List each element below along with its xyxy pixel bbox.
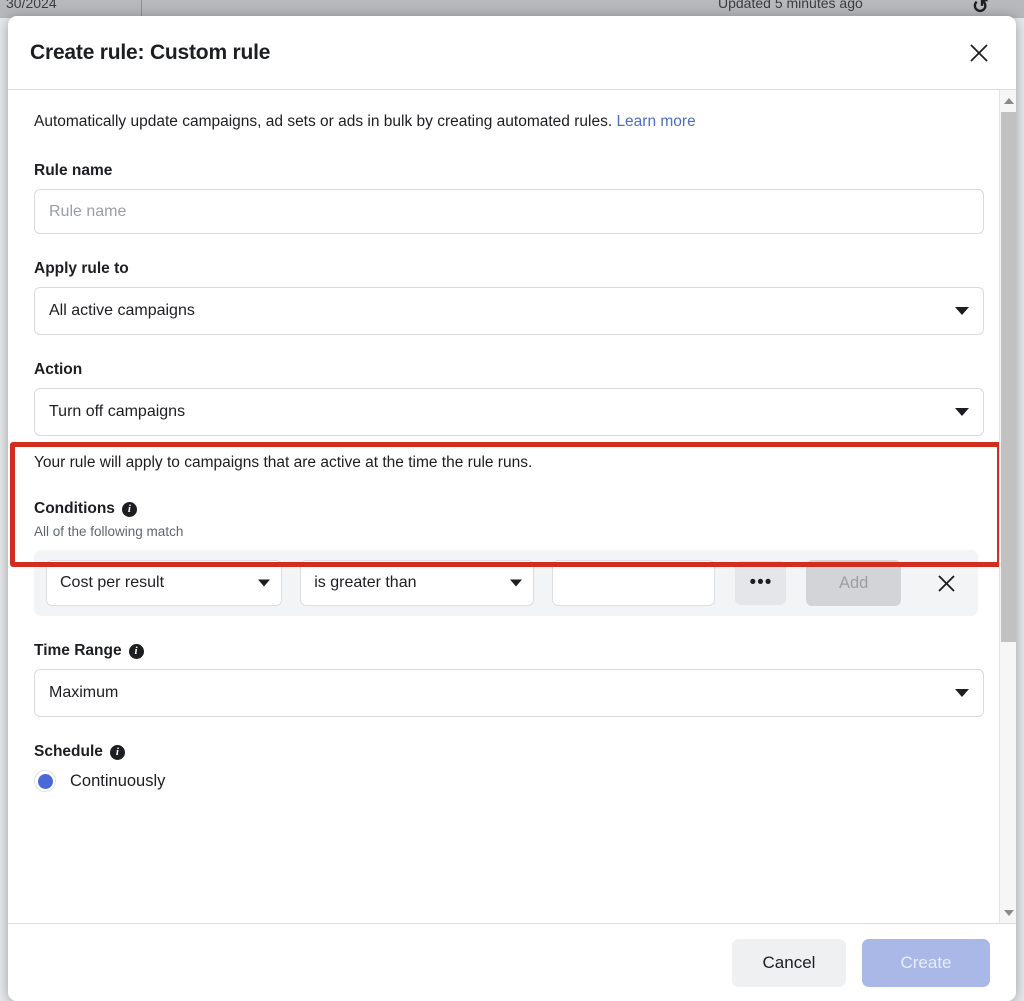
dialog-scrollbar[interactable] (999, 90, 1016, 923)
chevron-down-icon (955, 307, 969, 315)
schedule-section: Schedule i Continuously (34, 743, 990, 792)
time-range-select[interactable]: Maximum (34, 669, 984, 717)
condition-metric-select[interactable]: Cost per result (46, 560, 282, 606)
conditions-subtitle: All of the following match (34, 524, 990, 539)
intro-text: Automatically update campaigns, ad sets … (34, 112, 990, 132)
action-value: Turn off campaigns (49, 403, 185, 421)
condition-value-input[interactable] (552, 560, 715, 606)
apply-rule-to-label: Apply rule to (34, 260, 990, 278)
intro-description: Automatically update campaigns, ad sets … (34, 113, 612, 130)
background-updated-text: Updated 5 minutes ago (718, 0, 863, 11)
time-range-value: Maximum (49, 684, 118, 702)
chevron-down-icon (258, 580, 270, 587)
schedule-option-continuously[interactable]: Continuously (34, 770, 990, 792)
scroll-up-arrow-icon[interactable] (1000, 92, 1016, 109)
scrollbar-thumb[interactable] (1001, 112, 1016, 642)
schedule-label: Schedule i (34, 743, 990, 761)
dialog-body: Automatically update campaigns, ad sets … (8, 90, 1016, 923)
close-icon[interactable] (960, 34, 998, 72)
schedule-label-text: Schedule (34, 743, 103, 761)
condition-more-options-button[interactable]: ••• (735, 561, 786, 605)
conditions-section: Conditions i All of the following match … (34, 500, 990, 616)
rule-name-label: Rule name (34, 162, 990, 180)
condition-metric-value: Cost per result (60, 574, 164, 592)
dialog-header: Create rule: Custom rule (8, 16, 1016, 90)
time-range-section: Time Range i Maximum (34, 642, 990, 717)
chevron-down-icon (510, 580, 522, 587)
dialog-title: Create rule: Custom rule (30, 41, 270, 65)
apply-rule-to-section: Apply rule to All active campaigns (34, 260, 990, 335)
action-note: Your rule will apply to campaigns that a… (34, 454, 990, 472)
rule-name-section: Rule name (34, 162, 990, 234)
conditions-label: Conditions i (34, 500, 990, 518)
info-icon[interactable]: i (122, 502, 137, 517)
radio-selected-dot (38, 774, 53, 789)
info-icon[interactable]: i (129, 644, 144, 659)
schedule-option-label: Continuously (70, 772, 165, 791)
info-icon[interactable]: i (110, 745, 125, 760)
apply-rule-to-value: All active campaigns (49, 302, 195, 320)
learn-more-link[interactable]: Learn more (616, 113, 695, 130)
page-root: 30/2024 Updated 5 minutes ago ↺ Create r… (0, 0, 1024, 1001)
radio-button-continuously[interactable] (34, 770, 56, 792)
chevron-down-icon (955, 408, 969, 416)
action-section: Action Turn off campaigns (34, 361, 990, 436)
action-select[interactable]: Turn off campaigns (34, 388, 984, 436)
apply-rule-to-select[interactable]: All active campaigns (34, 287, 984, 335)
rule-name-input[interactable] (34, 189, 984, 234)
scroll-down-arrow-icon[interactable] (1000, 904, 1016, 921)
create-button[interactable]: Create (862, 939, 990, 987)
condition-row: Cost per result is greater than ••• Add (34, 550, 978, 616)
remove-condition-button[interactable] (927, 563, 966, 603)
condition-operator-select[interactable]: is greater than (300, 560, 534, 606)
create-rule-dialog: Create rule: Custom rule Automatically u… (8, 16, 1016, 1001)
condition-operator-value: is greater than (314, 574, 416, 592)
add-condition-button[interactable]: Add (806, 560, 900, 606)
time-range-label-text: Time Range (34, 642, 122, 660)
time-range-label: Time Range i (34, 642, 990, 660)
action-label: Action (34, 361, 990, 379)
background-left-text: 30/2024 (6, 0, 57, 11)
chevron-down-icon (955, 689, 969, 697)
dialog-footer: Cancel Create (8, 923, 1016, 1001)
dialog-body-wrapper: Automatically update campaigns, ad sets … (8, 90, 1016, 923)
conditions-label-text: Conditions (34, 500, 115, 518)
cancel-button[interactable]: Cancel (732, 939, 846, 987)
